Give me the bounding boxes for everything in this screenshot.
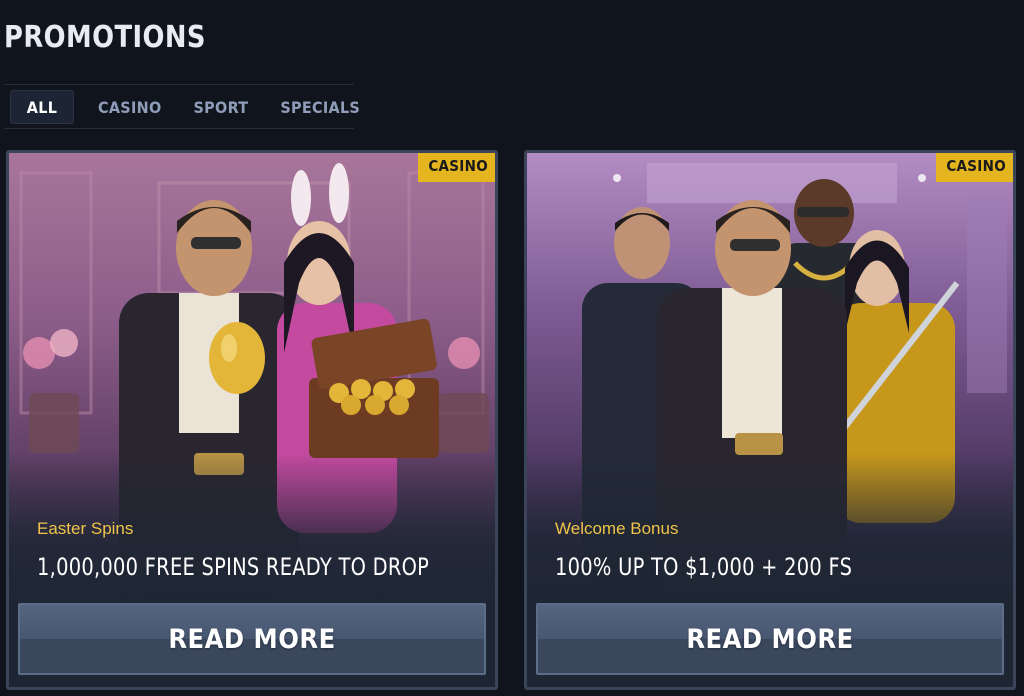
tab-all[interactable]: ALL [10,90,74,124]
promo-artwork [527,153,1013,623]
promo-card-easter-spins[interactable]: CASINO Easter Spins 1,000,000 FREE SPINS… [6,150,498,690]
promo-headline: 100% UP TO $1,000 + 200 FS [555,553,853,581]
promo-headline: 1,000,000 FREE SPINS READY TO DROP [37,553,430,581]
tab-specials[interactable]: SPECIALS [280,90,360,124]
tab-sport[interactable]: SPORT [194,90,249,124]
divider [4,84,354,85]
read-more-button[interactable]: READ MORE [536,603,1004,675]
page-title: PROMOTIONS [4,20,206,55]
category-badge: CASINO [936,153,1013,182]
promo-card-welcome-bonus[interactable]: CASINO Welcome Bonus 100% UP TO $1,000 +… [524,150,1016,690]
promotion-tabs: ALL CASINO SPORT SPECIALS [10,90,360,124]
read-more-button[interactable]: READ MORE [18,603,486,675]
tab-casino[interactable]: CASINO [98,90,162,124]
promo-artwork [9,153,495,623]
divider [4,128,354,129]
promo-subtitle: Welcome Bonus [555,519,679,538]
category-badge: CASINO [418,153,495,182]
promo-subtitle: Easter Spins [37,519,134,538]
